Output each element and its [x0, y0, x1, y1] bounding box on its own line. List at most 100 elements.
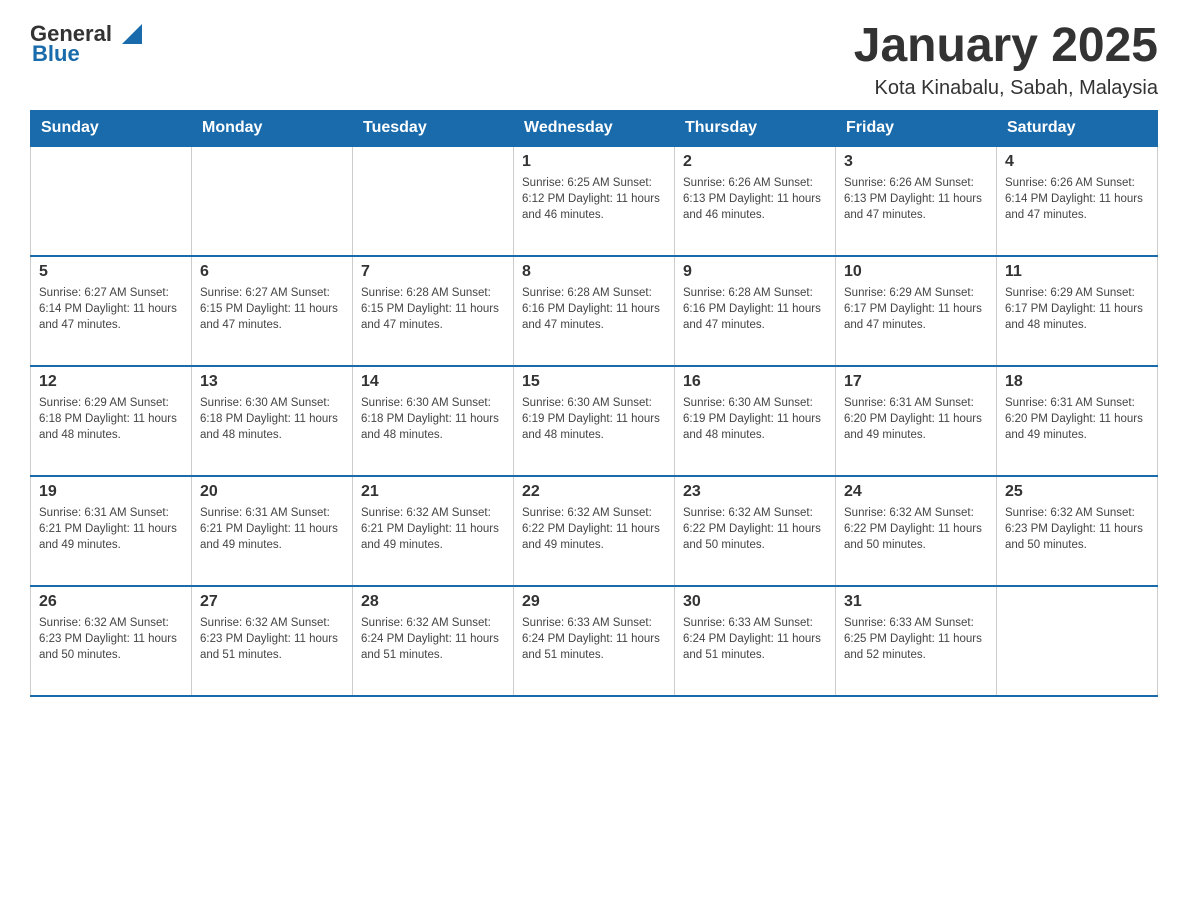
day-info: Sunrise: 6:33 AM Sunset: 6:24 PM Dayligh… [522, 615, 666, 663]
day-number: 30 [683, 593, 827, 611]
calendar-cell: 2 Sunrise: 6:26 AM Sunset: 6:13 PM Daylig… [675, 146, 836, 256]
day-info: Sunrise: 6:33 AM Sunset: 6:24 PM Dayligh… [683, 615, 827, 663]
calendar-cell [997, 586, 1158, 696]
day-number: 7 [361, 263, 505, 281]
day-number: 15 [522, 373, 666, 391]
calendar-cell: 7 Sunrise: 6:28 AM Sunset: 6:15 PM Daylig… [353, 256, 514, 366]
day-number: 21 [361, 483, 505, 501]
logo: General Blue [30, 20, 146, 66]
day-info: Sunrise: 6:30 AM Sunset: 6:19 PM Dayligh… [522, 395, 666, 443]
calendar-cell [353, 146, 514, 256]
calendar-week-2: 5 Sunrise: 6:27 AM Sunset: 6:14 PM Daylig… [31, 256, 1158, 366]
day-info: Sunrise: 6:29 AM Sunset: 6:18 PM Dayligh… [39, 395, 183, 443]
calendar-week-1: 1 Sunrise: 6:25 AM Sunset: 6:12 PM Daylig… [31, 146, 1158, 256]
day-number: 4 [1005, 153, 1149, 171]
day-info: Sunrise: 6:31 AM Sunset: 6:21 PM Dayligh… [39, 505, 183, 553]
calendar-week-4: 19Sunrise: 6:31 AM Sunset: 6:21 PM Dayli… [31, 476, 1158, 586]
day-number: 2 [683, 153, 827, 171]
calendar-cell: 10 Sunrise: 6:29 AM Sunset: 6:17 PM Dayli… [836, 256, 997, 366]
day-info: Sunrise: 6:27 AM Sunset: 6:14 PM Dayligh… [39, 285, 183, 333]
day-info: Sunrise: 6:28 AM Sunset: 6:16 PM Dayligh… [522, 285, 666, 333]
calendar-cell: 4Sunrise: 6:26 AM Sunset: 6:14 PM Daylig… [997, 146, 1158, 256]
day-header-sunday: Sunday [31, 110, 192, 146]
day-number: 24 [844, 483, 988, 501]
day-info: Sunrise: 6:32 AM Sunset: 6:23 PM Dayligh… [1005, 505, 1149, 553]
calendar-title: January 2025 [854, 20, 1158, 73]
calendar-cell: 18 Sunrise: 6:31 AM Sunset: 6:20 PM Dayli… [997, 366, 1158, 476]
calendar-cell: 23Sunrise: 6:32 AM Sunset: 6:22 PM Dayli… [675, 476, 836, 586]
day-info: Sunrise: 6:30 AM Sunset: 6:18 PM Dayligh… [361, 395, 505, 443]
day-info: Sunrise: 6:30 AM Sunset: 6:18 PM Dayligh… [200, 395, 344, 443]
logo-text-blue: Blue [32, 41, 80, 66]
day-info: Sunrise: 6:28 AM Sunset: 6:16 PM Dayligh… [683, 285, 827, 333]
calendar-header-row: SundayMondayTuesdayWednesdayThursdayFrid… [31, 110, 1158, 146]
calendar-cell: 31 Sunrise: 6:33 AM Sunset: 6:25 PM Dayli… [836, 586, 997, 696]
day-number: 26 [39, 593, 183, 611]
day-info: Sunrise: 6:32 AM Sunset: 6:24 PM Dayligh… [361, 615, 505, 663]
calendar-cell: 29 Sunrise: 6:33 AM Sunset: 6:24 PM Dayli… [514, 586, 675, 696]
calendar-cell [31, 146, 192, 256]
day-number: 29 [522, 593, 666, 611]
calendar-cell: 15 Sunrise: 6:30 AM Sunset: 6:19 PM Dayli… [514, 366, 675, 476]
day-info: Sunrise: 6:31 AM Sunset: 6:20 PM Dayligh… [844, 395, 988, 443]
day-info: Sunrise: 6:33 AM Sunset: 6:25 PM Dayligh… [844, 615, 988, 663]
day-number: 9 [683, 263, 827, 281]
day-number: 31 [844, 593, 988, 611]
day-number: 3 [844, 153, 988, 171]
day-number: 22 [522, 483, 666, 501]
day-header-saturday: Saturday [997, 110, 1158, 146]
day-info: Sunrise: 6:32 AM Sunset: 6:21 PM Dayligh… [361, 505, 505, 553]
calendar-cell: 16Sunrise: 6:30 AM Sunset: 6:19 PM Dayli… [675, 366, 836, 476]
calendar-cell: 1 Sunrise: 6:25 AM Sunset: 6:12 PM Daylig… [514, 146, 675, 256]
day-number: 10 [844, 263, 988, 281]
day-header-thursday: Thursday [675, 110, 836, 146]
day-info: Sunrise: 6:25 AM Sunset: 6:12 PM Dayligh… [522, 175, 666, 223]
day-number: 5 [39, 263, 183, 281]
day-number: 14 [361, 373, 505, 391]
day-number: 6 [200, 263, 344, 281]
calendar-cell: 22 Sunrise: 6:32 AM Sunset: 6:22 PM Dayli… [514, 476, 675, 586]
day-number: 11 [1005, 263, 1149, 281]
page-header: General Blue January 2025 Kota Kinabalu,… [30, 20, 1158, 100]
day-info: Sunrise: 6:30 AM Sunset: 6:19 PM Dayligh… [683, 395, 827, 443]
day-header-wednesday: Wednesday [514, 110, 675, 146]
day-number: 27 [200, 593, 344, 611]
calendar-cell: 25 Sunrise: 6:32 AM Sunset: 6:23 PM Dayli… [997, 476, 1158, 586]
location-subtitle: Kota Kinabalu, Sabah, Malaysia [854, 77, 1158, 100]
day-number: 1 [522, 153, 666, 171]
day-info: Sunrise: 6:29 AM Sunset: 6:17 PM Dayligh… [844, 285, 988, 333]
day-info: Sunrise: 6:26 AM Sunset: 6:13 PM Dayligh… [683, 175, 827, 223]
calendar-table: SundayMondayTuesdayWednesdayThursdayFrid… [30, 110, 1158, 697]
calendar-cell: 27 Sunrise: 6:32 AM Sunset: 6:23 PM Dayli… [192, 586, 353, 696]
calendar-cell: 14 Sunrise: 6:30 AM Sunset: 6:18 PM Dayli… [353, 366, 514, 476]
calendar-cell: 26 Sunrise: 6:32 AM Sunset: 6:23 PM Dayli… [31, 586, 192, 696]
calendar-cell: 12 Sunrise: 6:29 AM Sunset: 6:18 PM Dayli… [31, 366, 192, 476]
day-number: 13 [200, 373, 344, 391]
day-number: 28 [361, 593, 505, 611]
day-number: 8 [522, 263, 666, 281]
day-info: Sunrise: 6:29 AM Sunset: 6:17 PM Dayligh… [1005, 285, 1149, 333]
day-number: 17 [844, 373, 988, 391]
day-info: Sunrise: 6:26 AM Sunset: 6:13 PM Dayligh… [844, 175, 988, 223]
day-number: 12 [39, 373, 183, 391]
day-header-tuesday: Tuesday [353, 110, 514, 146]
calendar-cell: 8 Sunrise: 6:28 AM Sunset: 6:16 PM Daylig… [514, 256, 675, 366]
calendar-cell [192, 146, 353, 256]
calendar-week-3: 12 Sunrise: 6:29 AM Sunset: 6:18 PM Dayli… [31, 366, 1158, 476]
day-info: Sunrise: 6:31 AM Sunset: 6:21 PM Dayligh… [200, 505, 344, 553]
day-info: Sunrise: 6:32 AM Sunset: 6:22 PM Dayligh… [522, 505, 666, 553]
logo-triangle-icon [114, 16, 146, 48]
day-number: 25 [1005, 483, 1149, 501]
calendar-cell: 3 Sunrise: 6:26 AM Sunset: 6:13 PM Daylig… [836, 146, 997, 256]
calendar-cell: 17 Sunrise: 6:31 AM Sunset: 6:20 PM Dayli… [836, 366, 997, 476]
day-number: 18 [1005, 373, 1149, 391]
calendar-cell: 28 Sunrise: 6:32 AM Sunset: 6:24 PM Dayli… [353, 586, 514, 696]
day-number: 20 [200, 483, 344, 501]
day-info: Sunrise: 6:32 AM Sunset: 6:22 PM Dayligh… [844, 505, 988, 553]
day-info: Sunrise: 6:31 AM Sunset: 6:20 PM Dayligh… [1005, 395, 1149, 443]
calendar-cell: 5 Sunrise: 6:27 AM Sunset: 6:14 PM Daylig… [31, 256, 192, 366]
calendar-cell: 30 Sunrise: 6:33 AM Sunset: 6:24 PM Dayli… [675, 586, 836, 696]
day-info: Sunrise: 6:32 AM Sunset: 6:23 PM Dayligh… [200, 615, 344, 663]
day-info: Sunrise: 6:32 AM Sunset: 6:23 PM Dayligh… [39, 615, 183, 663]
day-info: Sunrise: 6:28 AM Sunset: 6:15 PM Dayligh… [361, 285, 505, 333]
